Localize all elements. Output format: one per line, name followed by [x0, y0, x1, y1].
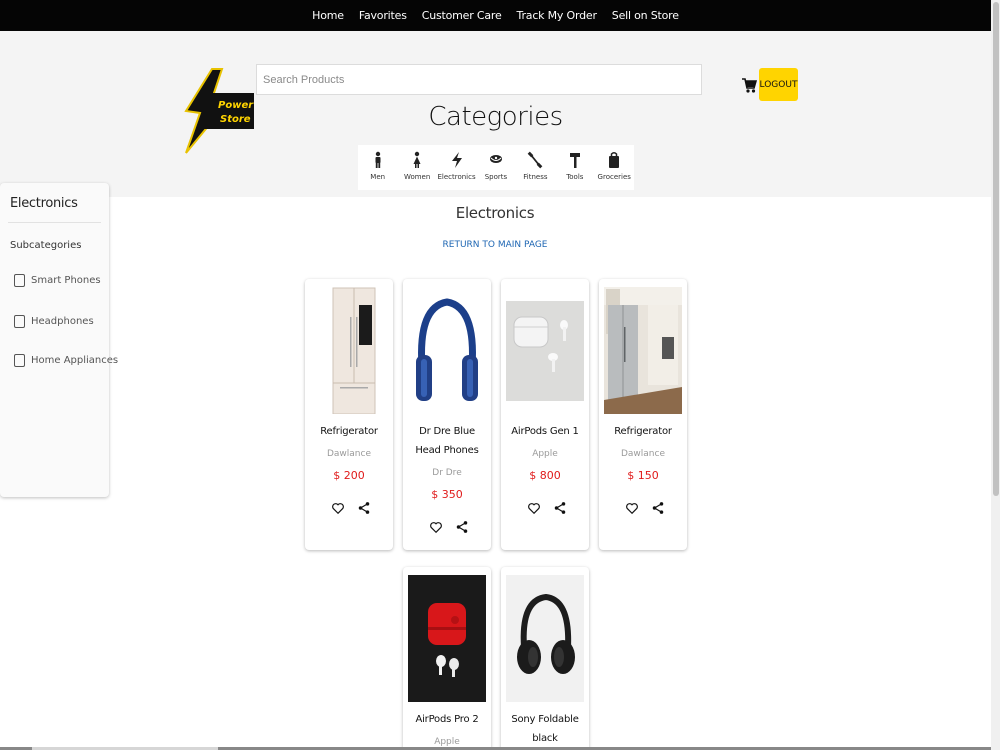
product-price: $ 150	[627, 469, 659, 482]
hammer-icon	[569, 153, 580, 168]
checkbox[interactable]	[14, 315, 25, 328]
nav-link-customer-care[interactable]: Customer Care	[422, 9, 502, 22]
product-brand: Dr Dre	[432, 468, 462, 478]
category-tools[interactable]: Tools	[556, 151, 594, 181]
category-label: Fitness	[523, 173, 548, 181]
product-price: $ 350	[431, 488, 463, 501]
nav-link-track-my-order[interactable]: Track My Order	[517, 9, 597, 22]
category-label: Women	[403, 173, 431, 181]
bolt-icon	[451, 152, 462, 168]
woman-icon	[413, 151, 421, 168]
section-title: Electronics	[455, 204, 535, 222]
man-icon	[375, 151, 381, 168]
category-label: Groceries	[597, 173, 631, 181]
categories-title: Categories	[428, 102, 563, 132]
product-actions	[331, 501, 371, 515]
filter-label: Smart Phones	[31, 275, 101, 286]
product-brand: Apple	[434, 737, 460, 747]
product-brand: Dawlance	[620, 449, 665, 459]
product-image-sony-headphones[interactable]	[506, 575, 584, 702]
bag-icon	[609, 152, 620, 168]
product-name[interactable]: Sony Foldable black	[503, 710, 587, 748]
ball-icon	[489, 155, 502, 163]
category-groceries[interactable]: Groceries	[595, 151, 633, 181]
category-label: Sports	[484, 173, 508, 181]
nav-link-sell-on-store[interactable]: Sell on Store	[612, 9, 679, 22]
share-icon[interactable]	[357, 501, 371, 515]
product-actions	[625, 501, 665, 515]
filter-label: Home Appliances	[31, 355, 119, 366]
category-label: Tools	[566, 173, 584, 181]
category-women[interactable]: Women	[398, 151, 436, 181]
product-image-headphones[interactable]	[408, 287, 486, 414]
product-name[interactable]: Dr Dre Blue Head Phones	[405, 422, 489, 460]
return-to-main-link[interactable]: RETURN TO MAIN PAGE	[110, 240, 880, 250]
product-image-airpods[interactable]	[506, 287, 584, 414]
share-icon[interactable]	[553, 501, 567, 515]
heart-icon[interactable]	[331, 501, 345, 515]
product-name[interactable]: AirPods Gen 1	[503, 422, 587, 441]
category-men[interactable]: Men	[359, 151, 397, 181]
nav-link-home[interactable]: Home	[312, 9, 344, 22]
product-name[interactable]: Refrigerator	[601, 422, 685, 441]
product-price: $ 200	[333, 469, 365, 482]
product-card[interactable]: Sony Foldable black	[501, 567, 589, 750]
subcategory-sidebar: Electronics Subcategories Smart Phones H…	[0, 183, 118, 497]
filter-label: Headphones	[31, 316, 94, 327]
logout-button[interactable]: LOGOUT	[759, 68, 798, 101]
subcategories-heading: Subcategories	[10, 240, 82, 251]
product-name[interactable]: AirPods Pro 2	[405, 710, 489, 729]
checkbox[interactable]	[14, 354, 25, 367]
product-actions	[429, 520, 469, 534]
product-image-airpods-pro[interactable]	[408, 575, 486, 702]
product-brand: Apple	[532, 449, 558, 459]
vertical-scroll-thumb[interactable]	[993, 2, 999, 496]
category-label: Men	[370, 173, 386, 181]
product-card[interactable]: AirPods Pro 2 Apple	[403, 567, 491, 750]
cart-icon[interactable]	[741, 76, 758, 94]
category-label: Electronics	[437, 173, 476, 181]
share-icon[interactable]	[651, 501, 665, 515]
product-image-refrigerator-kitchen[interactable]	[604, 287, 682, 414]
dumbbell-icon	[528, 151, 543, 169]
category-bar: Men Women Electronics Sports Fitness Too…	[358, 145, 634, 190]
filter-headphones[interactable]: Headphones	[14, 315, 94, 328]
heart-icon[interactable]	[429, 520, 443, 534]
category-fitness[interactable]: Fitness	[516, 151, 554, 181]
product-image-refrigerator[interactable]	[310, 287, 388, 414]
product-card[interactable]: Dr Dre Blue Head Phones Dr Dre $ 350	[403, 279, 491, 550]
share-icon[interactable]	[455, 520, 469, 534]
heart-icon[interactable]	[625, 501, 639, 515]
product-price: $ 800	[529, 469, 561, 482]
checkbox[interactable]	[14, 274, 25, 287]
filter-home-appliances[interactable]: Home Appliances	[14, 354, 118, 367]
sidebar-title: Electronics	[10, 196, 78, 211]
product-card[interactable]: Refrigerator Dawlance $ 200	[305, 279, 393, 550]
product-brand: Dawlance	[326, 449, 371, 459]
category-electronics[interactable]: Electronics	[437, 151, 476, 181]
divider	[8, 222, 101, 223]
product-card[interactable]: Refrigerator Dawlance $ 150	[599, 279, 687, 550]
product-card[interactable]: AirPods Gen 1 Apple $ 800	[501, 279, 589, 550]
category-sports[interactable]: Sports	[477, 151, 515, 181]
product-name[interactable]: Refrigerator	[307, 422, 391, 441]
nav-link-favorites[interactable]: Favorites	[359, 9, 407, 22]
product-actions	[527, 501, 567, 515]
heart-icon[interactable]	[527, 501, 541, 515]
search-input[interactable]	[256, 64, 702, 95]
top-nav: Home Favorites Customer Care Track My Or…	[0, 0, 991, 31]
filter-smart-phones[interactable]: Smart Phones	[14, 274, 101, 287]
